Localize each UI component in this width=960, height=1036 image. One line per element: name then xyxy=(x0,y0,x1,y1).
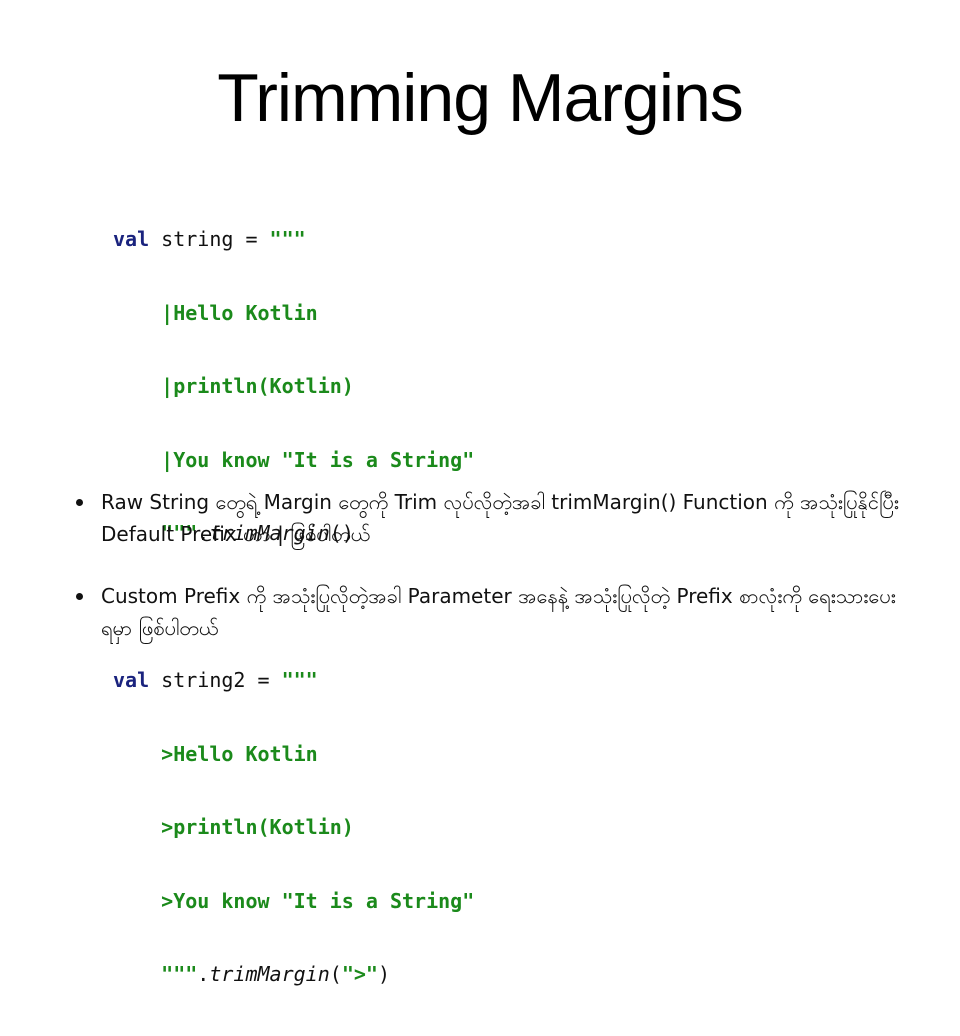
bullet-item: Custom Prefix ကို အသုံးပြုလိုတဲ့အခါ Para… xyxy=(76,580,906,644)
code-line: val string = """ xyxy=(113,227,474,252)
code-dot: . xyxy=(197,962,210,986)
code-string-line: |You know "It is a String" xyxy=(161,447,475,472)
code-keyword: val xyxy=(113,227,150,251)
code-line: >You know "It is a String" xyxy=(113,889,474,914)
bullet-item: Raw String တွေရဲ့ Margin တွေကို Trim လုပ… xyxy=(76,486,906,550)
code-line: |Hello Kotlin xyxy=(113,301,474,326)
code-line: |println(Kotlin) xyxy=(113,374,474,399)
bullet-text: Raw String တွေရဲ့ Margin တွေကို Trim လုပ… xyxy=(101,490,899,546)
bullet-dot-icon xyxy=(76,499,83,506)
code-string-line: >Hello Kotlin xyxy=(161,741,318,766)
code-paren-close: ) xyxy=(377,962,390,986)
slide-title: Trimming Margins xyxy=(217,60,744,136)
bullet-list: Raw String တွေရဲ့ Margin တွေကို Trim လုပ… xyxy=(76,486,906,674)
code-string-line: >You know "It is a String" xyxy=(161,888,475,913)
bullet-dot-icon xyxy=(76,593,83,600)
code-argument: ">" xyxy=(341,962,378,986)
code-line: """.trimMargin(">") xyxy=(113,962,474,987)
code-method: trimMargin xyxy=(209,962,330,986)
slide: Trimming Margins val string = """ |Hello… xyxy=(0,0,960,986)
code-line: >Hello Kotlin xyxy=(113,742,474,767)
code-string-line: |println(Kotlin) xyxy=(161,374,354,398)
code-string-line: >println(Kotlin) xyxy=(161,815,354,839)
code-line: |You know "It is a String" xyxy=(113,448,474,473)
code-string-close: """ xyxy=(161,962,198,986)
code-paren-open: ( xyxy=(329,962,342,986)
code-declaration: string = xyxy=(149,227,270,251)
code-string-line: |Hello Kotlin xyxy=(161,300,318,325)
code-string-open: """ xyxy=(269,227,306,251)
code-line: >println(Kotlin) xyxy=(113,815,474,840)
bullet-text: Custom Prefix ကို အသုံးပြုလိုတဲ့အခါ Para… xyxy=(101,584,896,640)
